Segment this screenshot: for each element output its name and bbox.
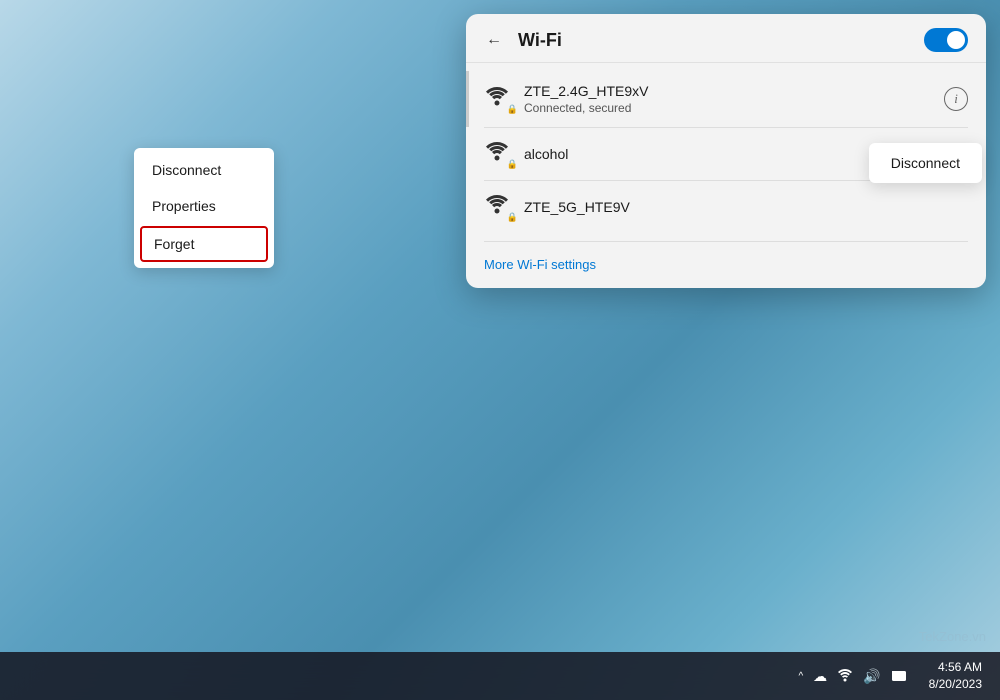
disconnect-button[interactable]: Disconnect (869, 143, 982, 183)
panel-title: Wi-Fi (518, 30, 562, 51)
wifi-toggle[interactable] (924, 28, 968, 52)
network-item-zte5g[interactable]: 🔒 ZTE_5G_HTE9V (466, 181, 986, 233)
taskbar-chevron-icon[interactable]: ^ (798, 671, 803, 682)
zte5g-network-info: ZTE_5G_HTE9V (524, 199, 968, 215)
panel-footer: More Wi-Fi settings (466, 242, 986, 288)
panel-header: ← Wi-Fi (466, 14, 986, 63)
taskbar-right: ^ ☁ 🔊 4:56 AM 8/20/2023 (790, 657, 988, 695)
wifi-secured-icon: 🔒 (484, 85, 512, 113)
zte5g-network-name: ZTE_5G_HTE9V (524, 199, 968, 215)
network-item-connected[interactable]: 🔒 ZTE_2.4G_HTE9xV Connected, secured i (466, 71, 986, 127)
taskbar-volume-icon[interactable]: 🔊 (863, 668, 880, 685)
taskbar-cloud-icon[interactable]: ☁ (813, 668, 827, 685)
connected-network-info: ZTE_2.4G_HTE9xV Connected, secured (524, 83, 944, 115)
connected-network-status: Connected, secured (524, 101, 944, 115)
watermark: TekZone.vn (919, 629, 986, 644)
taskbar-system-icons: ^ ☁ 🔊 (790, 664, 914, 689)
network-info-button[interactable]: i (944, 87, 968, 111)
more-wifi-settings-link[interactable]: More Wi-Fi settings (484, 257, 596, 272)
context-menu-properties[interactable]: Properties (134, 188, 274, 224)
disconnect-tooltip: Disconnect (869, 143, 982, 183)
wifi-secured-icon-3: 🔒 (484, 193, 512, 221)
context-menu-forget[interactable]: Forget (140, 226, 268, 262)
back-button[interactable]: ← (480, 29, 508, 51)
panel-header-left: ← Wi-Fi (480, 29, 562, 51)
taskbar-datetime[interactable]: 4:56 AM 8/20/2023 (923, 657, 988, 695)
connected-network-name: ZTE_2.4G_HTE9xV (524, 83, 944, 99)
wifi-secured-icon-2: 🔒 (484, 140, 512, 168)
taskbar-time-display: 4:56 AM (929, 659, 982, 676)
context-menu-disconnect[interactable]: Disconnect (134, 152, 274, 188)
taskbar-files-icon[interactable] (891, 668, 907, 685)
taskbar: ^ ☁ 🔊 4:56 AM 8/20/2023 (0, 652, 1000, 700)
context-menu: Disconnect Properties Forget (134, 148, 274, 268)
taskbar-wifi-icon[interactable] (837, 668, 853, 685)
taskbar-date-display: 8/20/2023 (929, 676, 982, 693)
